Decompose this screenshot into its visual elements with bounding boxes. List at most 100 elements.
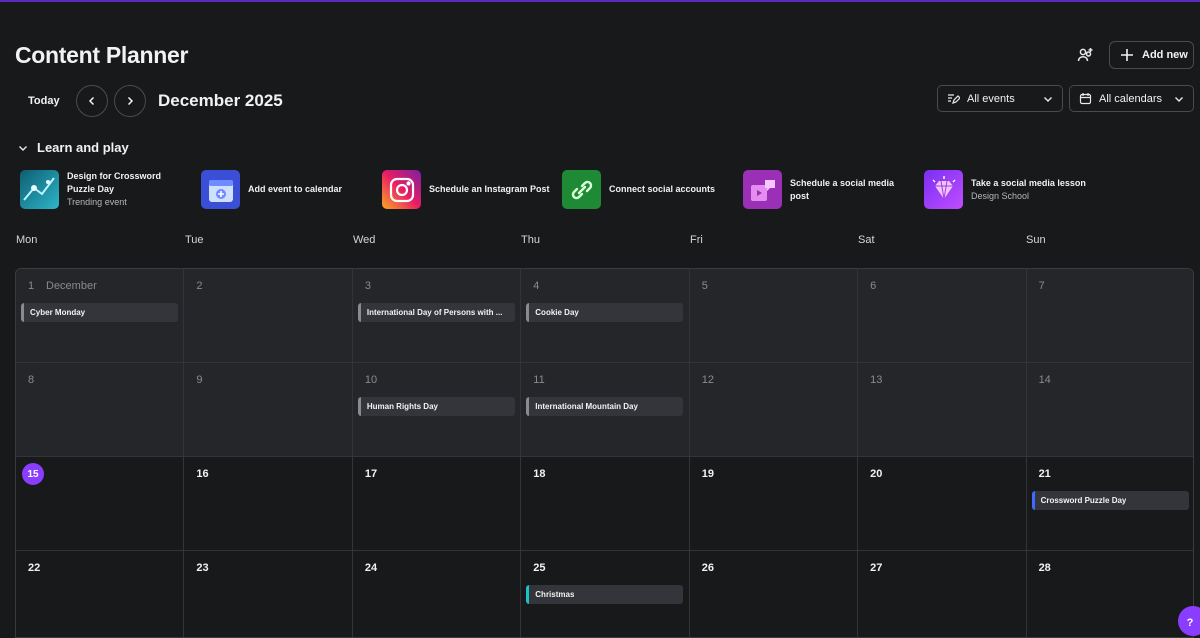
calendar-day-cell[interactable]: 15 (16, 457, 185, 551)
card-title: Take a social media lesson (971, 177, 1086, 188)
top-accent-line (0, 0, 1200, 2)
calendar-day-cell[interactable]: 6 (858, 269, 1027, 363)
day-number: 24 (364, 562, 378, 574)
calendar-day-cell[interactable]: 19 (689, 457, 859, 551)
day-number: 2 (196, 280, 203, 292)
instagram-thumbnail (382, 170, 421, 209)
diamond-icon (932, 175, 955, 199)
event-title: Christmas (535, 590, 575, 599)
calendar-day-cell[interactable]: 26 (689, 551, 859, 637)
help-button[interactable]: ? (1178, 606, 1200, 636)
crossword-thumbnail (20, 170, 59, 209)
calendar-day-cell[interactable]: 27 (858, 551, 1027, 637)
day-number: 13 (870, 374, 883, 386)
calendar-event-chip[interactable]: International Mountain Day (526, 397, 684, 416)
day-number: 9 (196, 374, 203, 386)
plus-icon (1121, 49, 1133, 61)
chevron-right-icon (127, 96, 134, 106)
learn-and-play-toggle[interactable]: Learn and play (18, 140, 129, 155)
day-number: 8 (28, 374, 35, 386)
calendar-day-cell[interactable]: 12 (689, 363, 859, 457)
calendar-day-cell[interactable]: 9 (184, 363, 353, 457)
day-number: 12 (701, 374, 714, 386)
calendar-day-cell[interactable]: 23 (184, 551, 353, 637)
calendar-event-chip[interactable]: Cookie Day (526, 303, 684, 322)
calendar-event-chip[interactable]: Crossword Puzzle Day (1031, 491, 1189, 510)
chevron-down-icon (1175, 96, 1183, 102)
calendar-day-cell[interactable]: 10 Human Rights Day (352, 363, 522, 457)
calendar-day-cell[interactable]: 20 (858, 457, 1027, 551)
calendars-filter-dropdown[interactable]: All calendars (1069, 85, 1194, 112)
card-instagram-post[interactable]: Schedule an Instagram Post (382, 170, 552, 209)
calendar-day-cell[interactable]: 22 (16, 551, 185, 637)
day-number: 17 (364, 468, 378, 480)
calendar-event-chip[interactable]: Human Rights Day (357, 397, 515, 416)
filter-edit-icon (948, 94, 960, 104)
calendar-day-cell[interactable]: 17 (352, 457, 522, 551)
calendar-day-cell[interactable]: 4 Cookie Day (521, 269, 690, 363)
add-new-button[interactable]: Add new (1109, 41, 1194, 69)
learn-and-play-heading: Learn and play (37, 140, 129, 155)
calendar-day-cell[interactable]: 8 (16, 363, 185, 457)
calendar-day-cell[interactable]: 1 December Cyber Monday (16, 269, 185, 363)
instagram-icon (389, 177, 414, 202)
calendar-day-cell[interactable]: 21 Crossword Puzzle Day (1026, 457, 1193, 551)
event-title: Cookie Day (535, 308, 579, 317)
card-add-event[interactable]: Add event to calendar (201, 170, 371, 209)
card-title: Connect social accounts (609, 184, 716, 194)
day-number: 25 (533, 562, 546, 574)
day-number: 20 (870, 468, 883, 480)
weekday-header: Wed (353, 234, 376, 246)
calendar-event-chip[interactable]: International Day of Persons with ... (357, 303, 515, 322)
event-title: International Mountain Day (535, 402, 638, 411)
today-date-badge: 15 (22, 463, 44, 485)
calendar-day-cell[interactable]: 7 (1026, 269, 1193, 363)
chevron-down-icon (1044, 96, 1052, 102)
event-title: Cyber Monday (30, 308, 86, 317)
card-subtitle: Design School (971, 190, 1030, 201)
day-number: 19 (701, 468, 714, 480)
connect-thumbnail (562, 170, 601, 209)
chevron-down-icon (19, 145, 27, 151)
calendar-event-chip[interactable]: Cyber Monday (21, 303, 178, 322)
calendar-day-cell[interactable]: 16 (184, 457, 353, 551)
people-share-icon (1077, 48, 1093, 62)
card-crossword-design[interactable]: Design for Crossword Puzzle Day Trending … (20, 170, 190, 209)
day-number: 27 (870, 562, 883, 574)
calendar-day-cell[interactable]: 11 International Mountain Day (521, 363, 690, 457)
chevron-left-icon (88, 96, 95, 106)
calendar-day-cell[interactable]: 28 (1026, 551, 1193, 637)
share-people-button[interactable] (1074, 44, 1096, 66)
today-button[interactable]: Today (28, 95, 60, 107)
calendar-day-cell[interactable]: 25 Christmas (521, 551, 690, 637)
calendar-event-chip[interactable]: Christmas (526, 585, 684, 604)
day-number: 21 (1038, 468, 1051, 480)
day-number: 18 (533, 468, 546, 480)
day-number: 3 (364, 280, 371, 292)
weekday-header: Tue (185, 234, 204, 246)
calendar-day-cell[interactable]: 2 (184, 269, 353, 363)
month-name-label: December (46, 280, 97, 292)
previous-month-button[interactable] (76, 85, 108, 117)
calendar-day-cell[interactable]: 13 (858, 363, 1027, 457)
card-title: Add event to calendar (248, 184, 343, 194)
month-calendar-grid: 1 December Cyber Monday 2 3 International Day… (15, 268, 1194, 638)
add-new-label: Add new (1142, 49, 1188, 61)
day-number: 7 (1038, 280, 1045, 292)
card-connect-accounts[interactable]: Connect social accounts (562, 170, 732, 209)
events-filter-dropdown[interactable]: All events (937, 85, 1063, 112)
day-number: 26 (701, 562, 714, 574)
day-number: 22 (28, 562, 41, 574)
weekday-header: Sun (1026, 234, 1046, 246)
card-title: Schedule an Instagram Post (429, 184, 550, 194)
card-social-media-lesson[interactable]: Take a social media lesson Design School (924, 170, 1094, 209)
day-number: 28 (1038, 562, 1051, 574)
next-month-button[interactable] (114, 85, 146, 117)
card-social-media-post[interactable]: Schedule a social media post (743, 170, 913, 209)
calendar-day-cell[interactable]: 18 (521, 457, 690, 551)
day-number: 1 (28, 280, 35, 292)
calendar-day-cell[interactable]: 24 (352, 551, 522, 637)
calendar-day-cell[interactable]: 3 International Day of Persons with ... (352, 269, 522, 363)
calendar-day-cell[interactable]: 14 (1026, 363, 1193, 457)
calendar-day-cell[interactable]: 5 (689, 269, 859, 363)
